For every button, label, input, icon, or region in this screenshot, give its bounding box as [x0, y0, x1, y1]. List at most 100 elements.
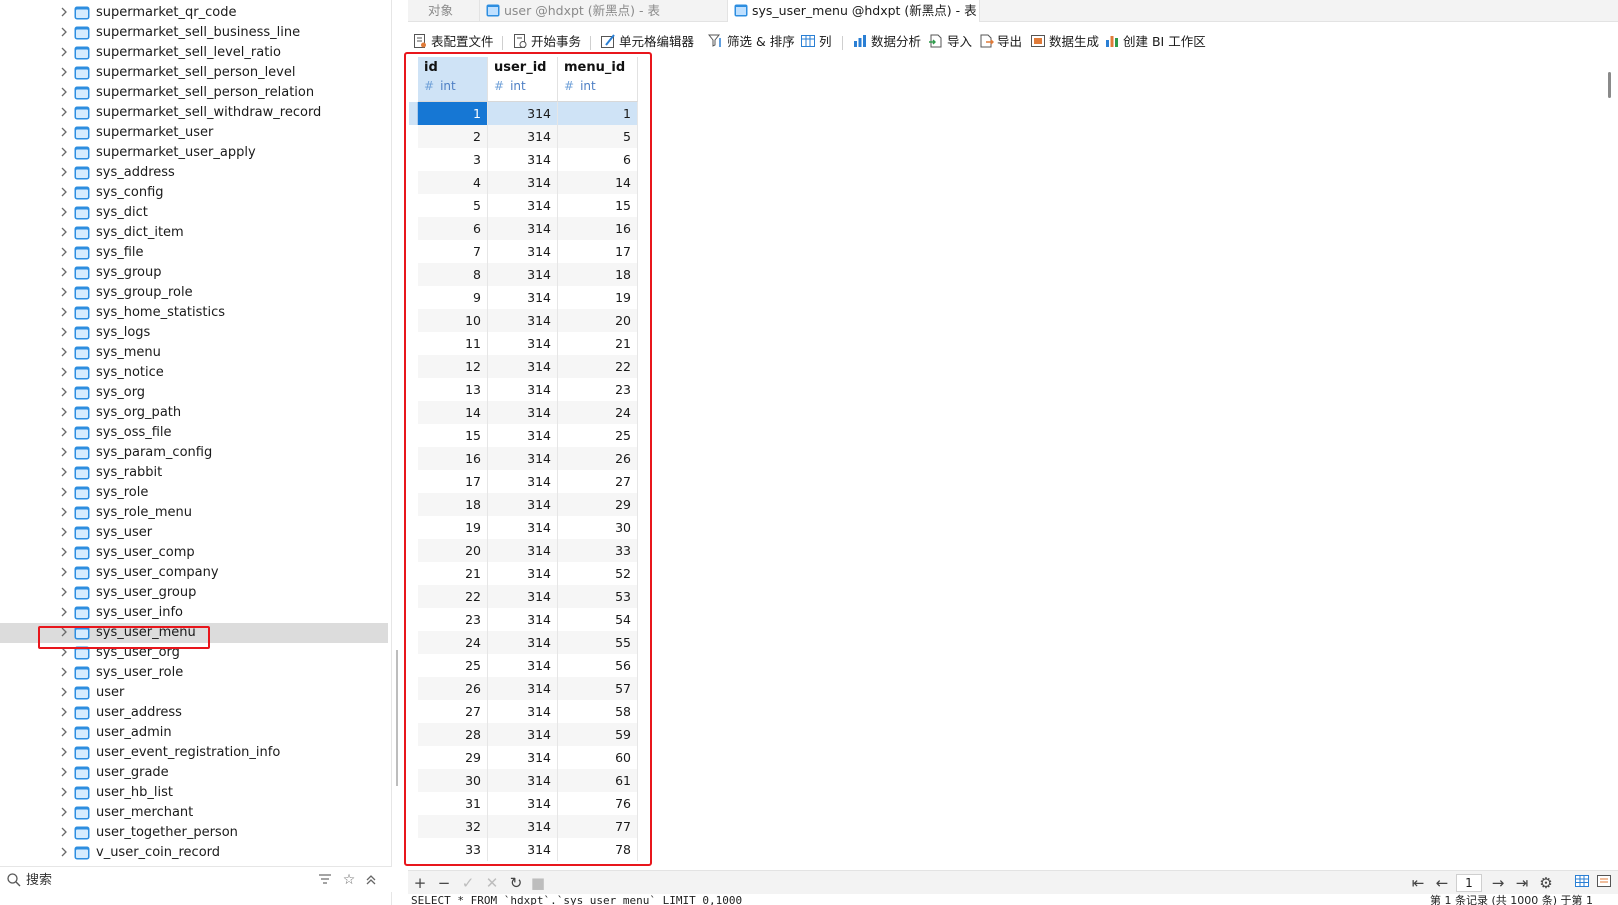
- grid-cell-menu-id[interactable]: 53: [558, 585, 638, 608]
- grid-cell-menu-id[interactable]: 61: [558, 769, 638, 792]
- data-generation-button[interactable]: 数据生成: [1030, 32, 1099, 52]
- refresh-icon[interactable]: ↻: [506, 873, 526, 893]
- grid-cell-user-id[interactable]: 314: [488, 309, 558, 332]
- navigator-table-item[interactable]: supermarket_sell_withdraw_record: [0, 103, 388, 123]
- grid-cell-id[interactable]: 12: [418, 355, 488, 378]
- apply-changes-icon[interactable]: ✓: [458, 873, 478, 893]
- navigator-table-item[interactable]: sys_user_group: [0, 583, 388, 603]
- add-record-icon[interactable]: +: [410, 873, 430, 893]
- grid-cell-user-id[interactable]: 314: [488, 792, 558, 815]
- grid-cell-id[interactable]: 29: [418, 746, 488, 769]
- navigator-table-item[interactable]: sys_user_role: [0, 663, 388, 683]
- navigator-table-item[interactable]: sys_org: [0, 383, 388, 403]
- grid-cell-menu-id[interactable]: 14: [558, 171, 638, 194]
- grid-cell-user-id[interactable]: 314: [488, 585, 558, 608]
- grid-cell-menu-id[interactable]: 24: [558, 401, 638, 424]
- grid-cell-menu-id[interactable]: 5: [558, 125, 638, 148]
- grid-cell-id[interactable]: 19: [418, 516, 488, 539]
- table-row[interactable]: 9 314 19: [418, 286, 638, 309]
- table-row[interactable]: 21 314 52: [418, 562, 638, 585]
- navigator-table-item[interactable]: user: [0, 683, 388, 703]
- grid-cell-user-id[interactable]: 314: [488, 608, 558, 631]
- grid-cell-menu-id[interactable]: 57: [558, 677, 638, 700]
- table-row[interactable]: 18 314 29: [418, 493, 638, 516]
- chevron-right-icon[interactable]: [58, 367, 70, 379]
- grid-cell-user-id[interactable]: 314: [488, 401, 558, 424]
- table-row[interactable]: 13 314 23: [418, 378, 638, 401]
- chevron-right-icon[interactable]: [58, 667, 70, 679]
- grid-cell-user-id[interactable]: 314: [488, 838, 558, 861]
- grid-view-icon[interactable]: [1572, 873, 1592, 893]
- chevron-right-icon[interactable]: [58, 587, 70, 599]
- grid-cell-user-id[interactable]: 314: [488, 263, 558, 286]
- chevron-right-icon[interactable]: [58, 607, 70, 619]
- table-row[interactable]: 26 314 57: [418, 677, 638, 700]
- grid-cell-user-id[interactable]: 314: [488, 815, 558, 838]
- grid-cell-id[interactable]: 25: [418, 654, 488, 677]
- navigator-table-item[interactable]: sys_org_path: [0, 403, 388, 423]
- previous-page-icon[interactable]: ←: [1432, 873, 1452, 893]
- grid-cell-menu-id[interactable]: 52: [558, 562, 638, 585]
- cell-editor-button[interactable]: 单元格编辑器: [600, 32, 694, 52]
- grid-cell-user-id[interactable]: 314: [488, 516, 558, 539]
- navigator-table-item[interactable]: sys_menu: [0, 343, 388, 363]
- table-row[interactable]: 8 314 18: [418, 263, 638, 286]
- grid-cell-user-id[interactable]: 314: [488, 171, 558, 194]
- discard-changes-icon[interactable]: ✕: [482, 873, 502, 893]
- grid-cell-id[interactable]: 31: [418, 792, 488, 815]
- grid-cell-menu-id[interactable]: 21: [558, 332, 638, 355]
- grid-cell-menu-id[interactable]: 76: [558, 792, 638, 815]
- grid-cell-user-id[interactable]: 314: [488, 194, 558, 217]
- navigator-table-item[interactable]: supermarket_sell_person_relation: [0, 83, 388, 103]
- chevron-right-icon[interactable]: [58, 787, 70, 799]
- chevron-right-icon[interactable]: [58, 127, 70, 139]
- grid-cell-menu-id[interactable]: 16: [558, 217, 638, 240]
- page-number-field[interactable]: 1: [1456, 874, 1482, 892]
- chevron-right-icon[interactable]: [58, 707, 70, 719]
- chevron-right-icon[interactable]: [58, 547, 70, 559]
- table-row[interactable]: 6 314 16: [418, 217, 638, 240]
- navigator-table-item[interactable]: supermarket_sell_level_ratio: [0, 43, 388, 63]
- grid-cell-user-id[interactable]: 314: [488, 332, 558, 355]
- grid-cell-id[interactable]: 1: [418, 102, 488, 125]
- grid-cell-id[interactable]: 11: [418, 332, 488, 355]
- grid-cell-menu-id[interactable]: 58: [558, 700, 638, 723]
- grid-cell-id[interactable]: 10: [418, 309, 488, 332]
- grid-cell-user-id[interactable]: 314: [488, 447, 558, 470]
- chevron-right-icon[interactable]: [58, 167, 70, 179]
- grid-cell-id[interactable]: 20: [418, 539, 488, 562]
- navigator-scrollbar[interactable]: [396, 650, 398, 786]
- table-row[interactable]: 12 314 22: [418, 355, 638, 378]
- tab-sys-user-menu[interactable]: sys_user_menu @hdxpt (新黑点) - 表: [728, 0, 980, 22]
- grid-cell-user-id[interactable]: 314: [488, 378, 558, 401]
- navigator-table-item[interactable]: sys_dict_item: [0, 223, 388, 243]
- grid-cell-user-id[interactable]: 314: [488, 700, 558, 723]
- table-row[interactable]: 30 314 61: [418, 769, 638, 792]
- column-header-id[interactable]: id # int: [418, 57, 488, 102]
- table-row[interactable]: 14 314 24: [418, 401, 638, 424]
- table-row[interactable]: 17 314 27: [418, 470, 638, 493]
- form-view-icon[interactable]: [1594, 873, 1614, 893]
- grid-cell-menu-id[interactable]: 26: [558, 447, 638, 470]
- star-icon[interactable]: ☆: [340, 871, 358, 889]
- table-row[interactable]: 19 314 30: [418, 516, 638, 539]
- chevron-right-icon[interactable]: [58, 567, 70, 579]
- table-row[interactable]: 10 314 20: [418, 309, 638, 332]
- grid-cell-user-id[interactable]: 314: [488, 539, 558, 562]
- grid-cell-menu-id[interactable]: 56: [558, 654, 638, 677]
- create-bi-workspace-button[interactable]: 创建 BI 工作区: [1104, 32, 1206, 52]
- grid-cell-id[interactable]: 23: [418, 608, 488, 631]
- chevron-right-icon[interactable]: [58, 807, 70, 819]
- chevron-right-icon[interactable]: [58, 347, 70, 359]
- table-row[interactable]: 31 314 76: [418, 792, 638, 815]
- grid-cell-id[interactable]: 24: [418, 631, 488, 654]
- navigator-table-item[interactable]: user_together_person: [0, 823, 388, 843]
- grid-cell-user-id[interactable]: 314: [488, 677, 558, 700]
- grid-cell-id[interactable]: 17: [418, 470, 488, 493]
- chevron-right-icon[interactable]: [58, 107, 70, 119]
- navigator-table-item[interactable]: sys_user_comp: [0, 543, 388, 563]
- navigator-table-item[interactable]: user_hb_list: [0, 783, 388, 803]
- navigator-table-item[interactable]: sys_oss_file: [0, 423, 388, 443]
- navigator-table-item[interactable]: sys_param_config: [0, 443, 388, 463]
- data-analysis-button[interactable]: 数据分析: [852, 32, 921, 52]
